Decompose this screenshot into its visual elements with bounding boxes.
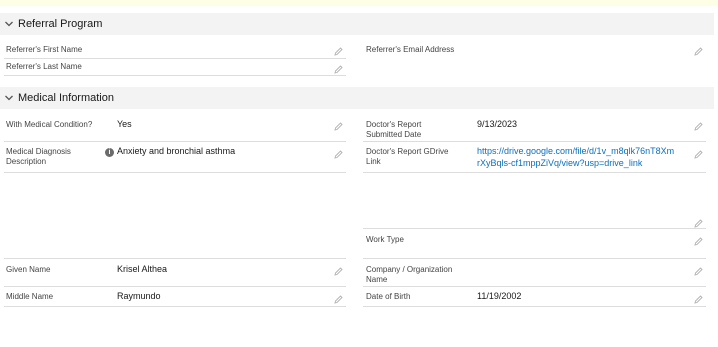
label-dob: Date of Birth — [366, 292, 411, 301]
gdrive-link-line1[interactable]: https://drive.google.com/file/d/1v_m8qlk… — [477, 146, 674, 157]
divider — [4, 286, 346, 287]
divider — [4, 58, 346, 59]
edit-report-date-icon[interactable] — [694, 118, 703, 131]
value-with-medical-condition: Yes — [117, 119, 132, 129]
divider — [4, 258, 346, 259]
label-company-1: Company / Organization — [366, 265, 453, 274]
info-icon[interactable]: i — [105, 148, 114, 157]
edit-referrer-last-name-icon[interactable] — [334, 61, 343, 74]
label-work-type: Work Type — [366, 235, 404, 244]
label-diagnosis-1: Medical Diagnosis — [6, 147, 71, 156]
edit-work-type-icon[interactable] — [694, 233, 703, 246]
edit-referrer-email-icon[interactable] — [694, 43, 703, 56]
chevron-down-icon[interactable] — [0, 13, 18, 35]
value-middle-name: Raymundo — [117, 291, 161, 301]
divider — [4, 306, 346, 307]
label-with-medical-condition: With Medical Condition? — [6, 120, 93, 129]
label-gdrive-2: Link — [366, 157, 381, 166]
label-middle-name: Middle Name — [6, 292, 54, 301]
value-diagnosis: Anxiety and bronchial asthma — [117, 146, 236, 156]
label-referrer-first-name: Referrer's First Name — [6, 45, 83, 54]
value-given-name: Krisel Althea — [117, 264, 168, 274]
label-report-date-2: Submitted Date — [366, 130, 422, 139]
edit-middle-name-icon[interactable] — [334, 291, 343, 304]
divider — [363, 228, 706, 229]
section-title-referral: Referral Program — [18, 18, 103, 30]
label-diagnosis-2: Description — [6, 157, 47, 166]
gdrive-link-line2[interactable]: rXyBqls-cf1mppZiVq/view?usp=drive_link — [477, 158, 642, 169]
label-referrer-last-name: Referrer's Last Name — [6, 62, 82, 71]
divider — [4, 75, 346, 76]
top-strip — [0, 0, 718, 6]
chevron-down-icon[interactable] — [0, 87, 18, 109]
edit-given-name-icon[interactable] — [334, 263, 343, 276]
label-report-date-1: Doctor's Report — [366, 120, 422, 129]
divider — [363, 172, 706, 173]
label-company-2: Name — [366, 275, 388, 284]
section-title-medical: Medical Information — [18, 92, 114, 104]
label-given-name: Given Name — [6, 265, 51, 274]
edit-company-icon[interactable] — [694, 263, 703, 276]
label-referrer-email: Referrer's Email Address — [366, 45, 455, 54]
divider — [363, 258, 706, 259]
divider — [4, 172, 346, 173]
edit-referrer-first-name-icon[interactable] — [334, 43, 343, 56]
edit-diagnosis-icon[interactable] — [334, 146, 343, 159]
edit-gdrive-link-icon[interactable] — [694, 146, 703, 159]
divider — [363, 141, 706, 142]
divider — [4, 141, 346, 142]
value-report-date: 9/13/2023 — [477, 119, 518, 129]
divider — [363, 306, 706, 307]
section-header-referral[interactable]: Referral Program — [0, 13, 714, 35]
edit-with-medical-condition-icon[interactable] — [334, 118, 343, 131]
section-header-medical[interactable]: Medical Information — [0, 87, 714, 109]
divider — [363, 286, 706, 287]
edit-dob-icon[interactable] — [694, 291, 703, 304]
edit-empty-field-icon[interactable] — [694, 215, 703, 228]
label-gdrive-1: Doctor's Report GDrive — [366, 147, 449, 156]
value-dob: 11/19/2002 — [477, 291, 522, 301]
